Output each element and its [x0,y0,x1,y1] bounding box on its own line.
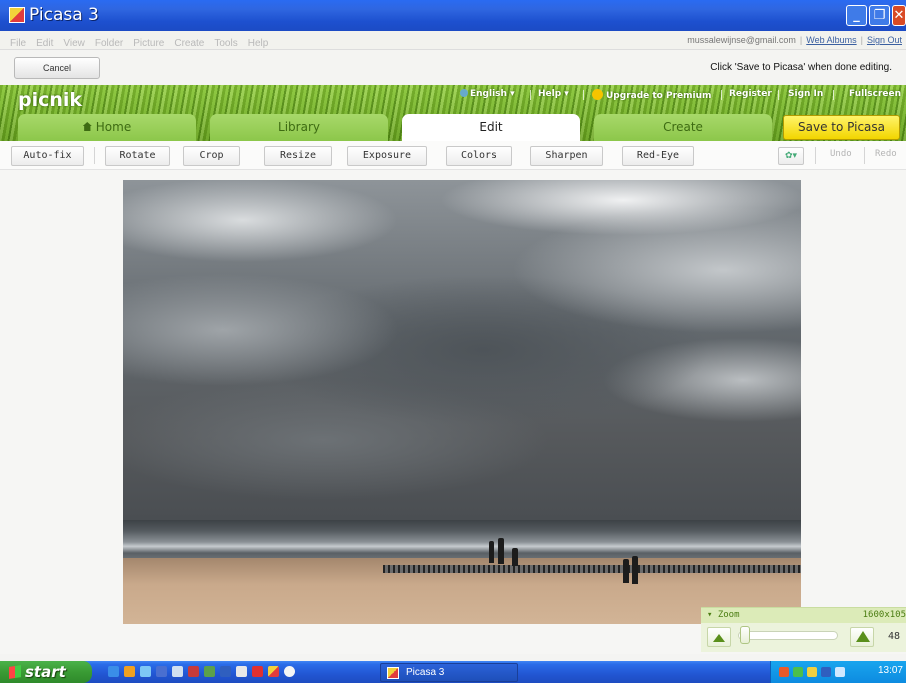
tab-edit[interactable]: Edit [402,114,580,141]
tray-icon[interactable] [821,667,831,677]
exposure-button[interactable]: Exposure [347,146,427,166]
rotate-button[interactable]: Rotate [105,146,170,166]
globe-icon [460,89,468,97]
tab-home-label: Home [95,120,132,134]
quicklaunch-app-icon[interactable] [140,666,151,677]
quicklaunch-app-icon[interactable] [188,666,199,677]
system-tray: 13:07 [770,661,906,683]
upgrade-label: Upgrade to Premium [606,91,712,101]
cancel-button[interactable]: Cancel [14,57,100,79]
auto-fix-button[interactable]: Auto-fix [11,146,84,166]
tab-home[interactable]: Home [18,114,196,141]
sign-in-link[interactable]: Sign In [788,89,823,99]
photo-sky [123,180,801,520]
picnik-logo: picnik [18,89,83,111]
taskbar-picasa-button[interactable]: Picasa 3 [380,663,518,682]
sharpen-button[interactable]: Sharpen [530,146,603,166]
zoom-panel: ▾ Zoom 1600x105 [701,607,906,652]
person-figure [632,556,638,584]
beach-photo[interactable] [123,180,801,624]
window-title: Picasa 3 [29,5,99,25]
account-links: mussalewijnse@gmail.com | Web Albums | Sign … [687,35,902,45]
crop-button[interactable]: Crop [183,146,240,166]
picasa-task-icon [387,667,399,679]
quicklaunch-app-icon[interactable] [172,666,183,677]
quicklaunch-app-icon[interactable] [252,666,263,677]
mountain-small-icon [713,634,725,642]
windows-flag-icon [9,665,21,679]
person-figure [498,538,504,564]
menu-bar: File Edit View Folder Picture Create Tools Help… [0,31,906,50]
quicklaunch-app-icon[interactable] [236,666,247,677]
start-button[interactable]: start [0,661,92,683]
register-link[interactable]: Register [729,89,772,99]
tab-library[interactable]: Library [210,114,388,141]
sign-out-link[interactable]: Sign Out [867,35,902,45]
quicklaunch-app-icon[interactable] [156,666,167,677]
taskbar-clock: 13:07 [877,665,903,676]
zoom-label: ▾ Zoom [707,610,740,620]
person-figure [489,541,494,563]
mountain-large-icon [856,631,870,642]
home-icon [82,122,92,131]
language-menu[interactable]: English ▾ [460,89,515,99]
quicklaunch-app-icon[interactable] [284,666,295,677]
settings-gear-icon[interactable]: ✿▾ [778,147,804,165]
language-label: English ▾ [470,89,515,99]
undo-button[interactable]: Undo [830,149,852,159]
edit-toolbar: Auto-fix Rotate Crop Resize Exposure Col… [0,141,906,170]
start-label: start [25,663,66,681]
zoom-slider-thumb[interactable] [740,626,750,644]
maximize-button[interactable]: ❐ [869,5,890,26]
editor-canvas [0,170,906,654]
account-email: mussalewijnse@gmail.com [687,35,796,45]
taskbar-picasa-label: Picasa 3 [406,667,445,678]
premium-star-icon [592,89,603,100]
zoom-in-button[interactable] [850,627,874,647]
tab-create[interactable]: Create [594,114,772,141]
redo-button[interactable]: Redo [875,149,897,159]
tray-icon[interactable] [807,667,817,677]
save-hint: Click 'Save to Picasa' when done editing… [710,62,892,73]
quicklaunch-firefox-icon[interactable] [124,666,135,677]
quicklaunch-excel-icon[interactable] [204,666,215,677]
person-figure [512,548,518,566]
title-bar: Picasa 3 _ ❐ ✕ [0,0,906,31]
tray-icon[interactable] [835,667,845,677]
tray-icon[interactable] [793,667,803,677]
fullscreen-link[interactable]: Fullscreen [849,89,901,99]
cancel-row: Cancel Click 'Save to Picasa' when done … [0,50,906,85]
upgrade-link[interactable]: Upgrade to Premium [592,89,711,101]
quicklaunch-picasa-icon[interactable] [268,666,279,677]
tray-icon[interactable] [779,667,789,677]
quicklaunch-ie-icon[interactable] [108,666,119,677]
resize-button[interactable]: Resize [264,146,332,166]
web-albums-link[interactable]: Web Albums [806,35,856,45]
image-dimensions: 1600x105 [862,610,906,620]
person-figure [623,559,629,583]
zoom-slider-track[interactable] [738,631,838,640]
zoom-header[interactable]: ▾ Zoom 1600x105 [701,608,906,623]
save-to-picasa-button[interactable]: Save to Picasa [783,115,900,140]
colors-button[interactable]: Colors [446,146,512,166]
windows-taskbar: start Picasa 3 13:07 [0,661,906,683]
picasa-app-icon [9,7,25,23]
photo-pier [383,565,801,573]
red-eye-button[interactable]: Red-Eye [622,146,694,166]
minimize-button[interactable]: _ [846,5,867,26]
close-button[interactable]: ✕ [892,5,906,26]
zoom-percent: 48 [888,631,901,642]
quicklaunch-word-icon[interactable] [220,666,231,677]
picasa-window: Picasa 3 _ ❐ ✕ File Edit View Folder Picture… [0,0,906,683]
help-menu[interactable]: Help ▾ [538,89,569,99]
zoom-out-button[interactable] [707,627,731,647]
